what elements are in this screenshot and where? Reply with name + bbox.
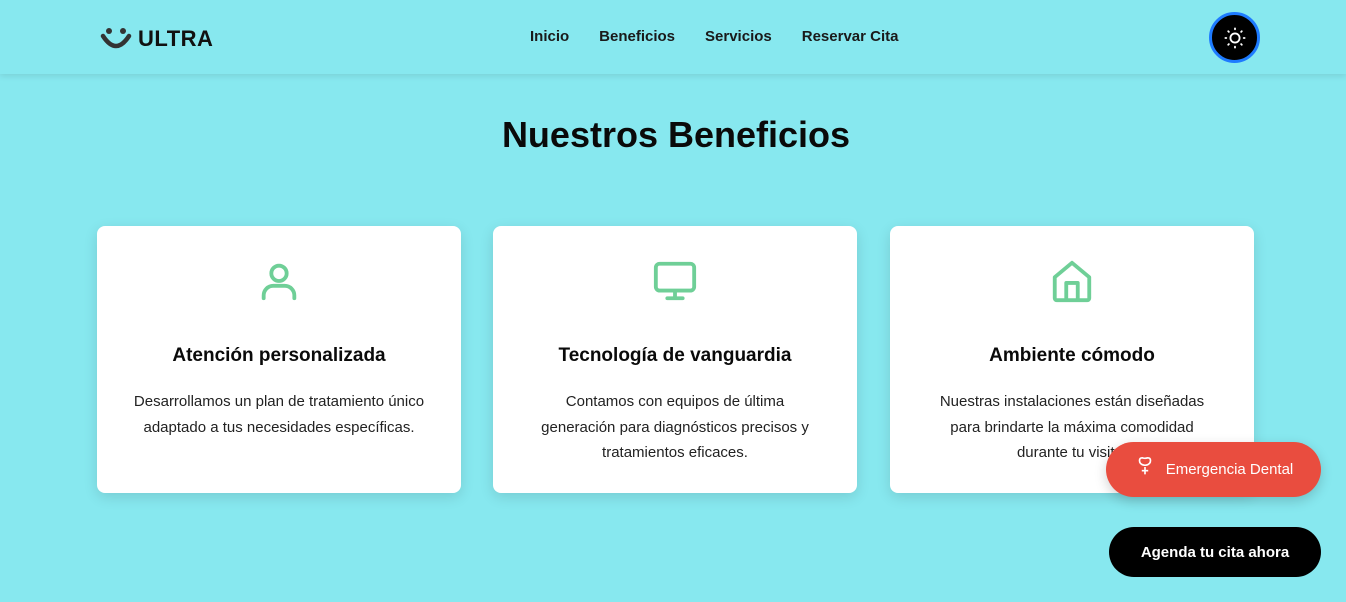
emergency-dental-button[interactable]: Emergencia Dental bbox=[1106, 442, 1321, 497]
logo-text: ULTRA bbox=[138, 26, 214, 51]
card-title: Tecnología de vanguardia bbox=[558, 345, 792, 366]
sun-icon bbox=[1223, 26, 1246, 49]
theme-toggle-button[interactable] bbox=[1209, 12, 1260, 63]
emergency-label: Emergencia Dental bbox=[1165, 461, 1294, 478]
home-icon bbox=[1052, 260, 1092, 303]
nav-link-reservar-cita[interactable]: Reservar Cita bbox=[802, 28, 899, 45]
card-title: Atención personalizada bbox=[172, 345, 386, 366]
monitor-icon bbox=[653, 261, 697, 301]
main-nav: Inicio Beneficios Servicios Reservar Cit… bbox=[530, 28, 898, 45]
nav-link-inicio[interactable]: Inicio bbox=[530, 28, 569, 45]
logo[interactable]: ULTRA bbox=[100, 24, 213, 54]
card-title: Ambiente cómodo bbox=[989, 345, 1155, 366]
section-title: Nuestros Beneficios bbox=[501, 114, 851, 155]
card-description: Contamos con equipos de última generació… bbox=[541, 393, 809, 461]
user-icon bbox=[261, 263, 297, 301]
nav-link-beneficios[interactable]: Beneficios bbox=[599, 28, 675, 45]
book-appointment-button[interactable]: Agenda tu cita ahora bbox=[1109, 527, 1321, 577]
benefit-card-personalized: Atención personalizada Desarrollamos un … bbox=[97, 226, 461, 493]
nav-link-servicios[interactable]: Servicios bbox=[705, 28, 772, 45]
smile-logo-icon bbox=[100, 28, 132, 49]
card-description: Desarrollamos un plan de tratamiento úni… bbox=[133, 393, 425, 436]
benefit-card-technology: Tecnología de vanguardia Contamos con eq… bbox=[493, 226, 857, 493]
site-header: ULTRA Inicio Beneficios Servicios Reserv… bbox=[0, 0, 1346, 74]
emergency-tooth-icon bbox=[1138, 456, 1152, 474]
